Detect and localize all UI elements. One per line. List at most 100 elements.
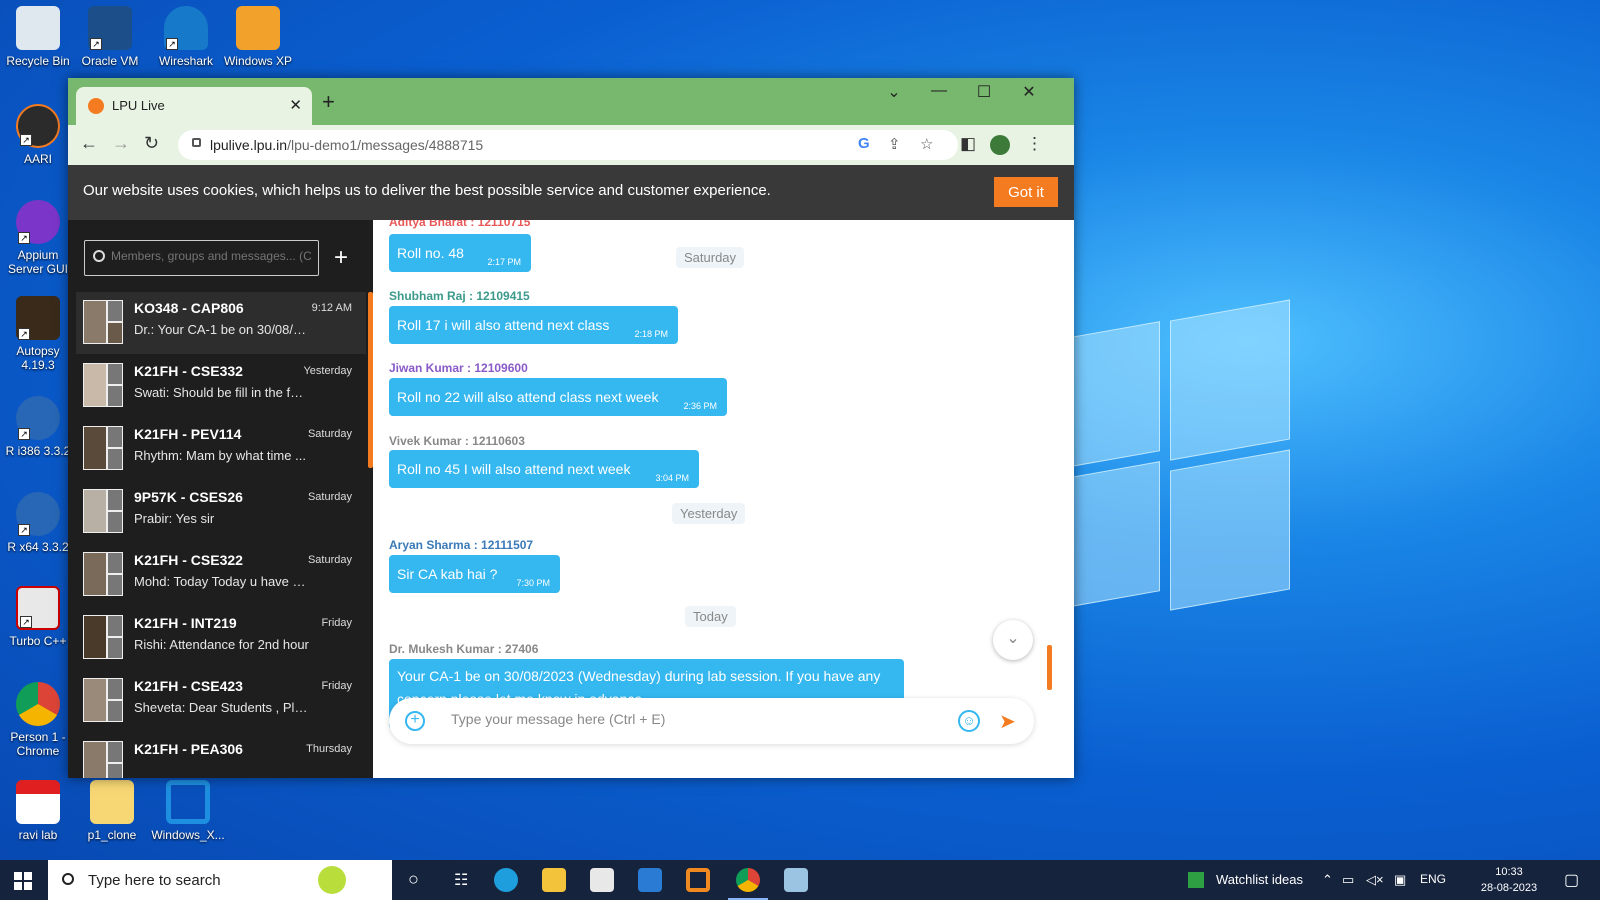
chat-time: Friday (321, 680, 352, 692)
address-bar[interactable]: lpulive.lpu.in/lpu-demo1/messages/488871… (178, 130, 958, 160)
notification-icon[interactable]: ▢ (1564, 870, 1579, 890)
cortana-icon[interactable]: ○ (408, 869, 419, 890)
chat-name: K21FH - PEA306 (134, 741, 243, 757)
message-time: 3:04 PM (655, 473, 689, 483)
reload-button[interactable]: ↻ (144, 133, 159, 154)
group-avatar (83, 741, 123, 778)
chat-time: Friday (321, 617, 352, 629)
chat-name: 9P57K - CSES26 (134, 489, 243, 505)
tab-search-icon[interactable]: ⌄ (872, 82, 916, 102)
desktop-icon-oracle-vm[interactable]: ↗ Oracle VM (72, 6, 148, 68)
language-indicator[interactable]: ENG (1420, 872, 1446, 886)
search-icon (93, 250, 105, 262)
got-it-button[interactable]: Got it (994, 177, 1058, 207)
taskbar-clock[interactable]: 10:33 28-08-2023 (1474, 864, 1544, 896)
desktop-icon-wireshark[interactable]: ↗ Wireshark (148, 6, 224, 68)
desktop-icon-windows-x[interactable]: Windows_X... (150, 780, 226, 842)
date-separator: Today (685, 606, 736, 627)
message-input[interactable] (451, 711, 931, 727)
chrome-taskbar-icon[interactable] (728, 868, 768, 900)
chat-time: Saturday (307, 491, 352, 503)
desktop-icon-recycle-bin[interactable]: Recycle Bin (0, 6, 76, 68)
desktop-icon-r-x64[interactable]: ↗ R x64 3.3.2 (0, 492, 76, 554)
google-icon[interactable]: G (858, 135, 870, 152)
back-button[interactable]: ← (80, 133, 98, 154)
message-bubble[interactable]: Roll no 45 I will also attend next week … (389, 450, 699, 488)
desktop-icon-p1-clone[interactable]: p1_clone (74, 780, 150, 842)
chat-item[interactable]: K21FH - PEA306 Thursday (76, 733, 366, 778)
desktop-icon-chrome-person[interactable]: Person 1 - Chrome (0, 682, 76, 758)
message-sender: Jiwan Kumar : 12109600 (389, 361, 528, 375)
chat-preview: Dr.: Your CA-1 be on 30/08/2... (134, 322, 309, 337)
maximize-button[interactable]: ☐ (962, 82, 1006, 102)
date-separator: Yesterday (672, 503, 746, 524)
appium-icon: ↗ (16, 200, 60, 244)
chat-item[interactable]: K21FH - PEV114 Rhythm: Mam by what time … (76, 418, 366, 480)
desktop-icon-aari[interactable]: ↗ AARI (0, 104, 76, 166)
start-windows-icon[interactable] (14, 872, 32, 890)
chat-item[interactable]: K21FH - CSE423 Sheveta: Dear Students , … (76, 670, 366, 732)
desktop-icon-windows-xp[interactable]: Windows XP (220, 6, 296, 68)
watchlist-icon[interactable] (1188, 872, 1204, 888)
share-icon[interactable]: ⇪ (888, 135, 901, 153)
edge-icon[interactable] (494, 868, 518, 892)
forward-button[interactable]: → (112, 133, 130, 154)
profile-avatar[interactable] (990, 135, 1010, 155)
chat-item[interactable]: 9P57K - CSES26 Prabir: Yes sir Saturday (76, 481, 366, 543)
desktop-icon-r-i386[interactable]: ↗ R i386 3.3.2 (0, 396, 76, 458)
emoji-icon[interactable]: ☺ (958, 710, 980, 732)
title-bar: LPU Live ✕ + ⌄ — ☐ ✕ (68, 78, 1074, 125)
attach-plus-icon[interactable]: + (405, 711, 425, 731)
task-view-icon[interactable]: ☷ (454, 870, 468, 890)
browser-window: LPU Live ✕ + ⌄ — ☐ ✕ ← → ↻ lpulive.lpu.i… (68, 78, 1074, 778)
side-panel-icon[interactable]: ◧ (960, 134, 976, 154)
wireshark-icon: ↗ (164, 6, 208, 50)
desktop-icon-ravi-lab[interactable]: ravi lab (0, 780, 76, 842)
volume-icon[interactable]: ◁× (1366, 872, 1384, 888)
vmware-icon[interactable] (686, 868, 710, 892)
notepad-icon[interactable] (784, 868, 808, 892)
clock-date: 28-08-2023 (1480, 882, 1538, 894)
message-bubble[interactable]: Roll no. 48 2:17 PM (389, 234, 531, 272)
message-bubble[interactable]: Roll 17 i will also attend next class 2:… (389, 306, 678, 344)
close-window-button[interactable]: ✕ (1007, 82, 1051, 102)
new-tab-button[interactable]: + (322, 89, 335, 115)
minimize-button[interactable]: — (917, 82, 961, 100)
browser-tab[interactable]: LPU Live ✕ (76, 87, 312, 125)
message-scrollbar[interactable] (1047, 645, 1052, 690)
mail-icon[interactable] (638, 868, 662, 892)
watchlist-label[interactable]: Watchlist ideas (1216, 872, 1303, 887)
message-bubble[interactable]: Roll no 22 will also attend class next w… (389, 378, 727, 416)
store-icon[interactable] (590, 868, 614, 892)
network-icon[interactable]: ▭ (1342, 872, 1354, 888)
message-text: Roll 17 i will also attend next class (397, 317, 610, 333)
file-explorer-icon[interactable] (542, 868, 566, 892)
chat-item[interactable]: K21FH - INT219 Rishi: Attendance for 2nd… (76, 607, 366, 669)
scroll-down-button[interactable]: ⌄ (993, 620, 1033, 660)
chevron-up-icon[interactable]: ⌃ (1322, 872, 1333, 888)
bookmark-star-icon[interactable]: ☆ (920, 135, 933, 153)
desktop-icon-turbo-cpp[interactable]: ↗ Turbo C++ (0, 586, 76, 648)
chat-name: KO348 - CAP806 (134, 300, 244, 316)
chrome-icon (16, 682, 60, 726)
vmware-icon (166, 780, 210, 824)
send-icon[interactable]: ➤ (999, 709, 1016, 734)
chat-item[interactable]: K21FH - CSE322 Mohd: Today Today u have … (76, 544, 366, 606)
close-tab-icon[interactable]: ✕ (289, 96, 302, 114)
message-bubble[interactable]: Sir CA kab hai ? 7:30 PM (389, 555, 560, 593)
message-text: Roll no. 48 (397, 245, 464, 261)
display-icon[interactable]: ▣ (1394, 872, 1406, 888)
desktop-icon-appium[interactable]: ↗ Appium Server GUI (0, 200, 76, 276)
chat-name: K21FH - CSE322 (134, 552, 243, 568)
chat-item[interactable]: K21FH - CSE332 Swati: Should be fill in … (76, 355, 366, 417)
desktop-icon-autopsy[interactable]: ↗ Autopsy 4.19.3 (0, 296, 76, 372)
folder-icon (90, 780, 134, 824)
search-input[interactable] (111, 249, 311, 263)
add-chat-button[interactable]: + (334, 244, 348, 272)
lpu-favicon-icon (88, 98, 104, 114)
taskbar-search[interactable]: Type here to search (48, 860, 392, 900)
browser-menu-icon[interactable]: ⋮ (1026, 134, 1043, 154)
ovf-package-icon (236, 6, 280, 50)
r-language-icon: ↗ (16, 396, 60, 440)
chat-item[interactable]: KO348 - CAP806 Dr.: Your CA-1 be on 30/0… (76, 292, 366, 354)
